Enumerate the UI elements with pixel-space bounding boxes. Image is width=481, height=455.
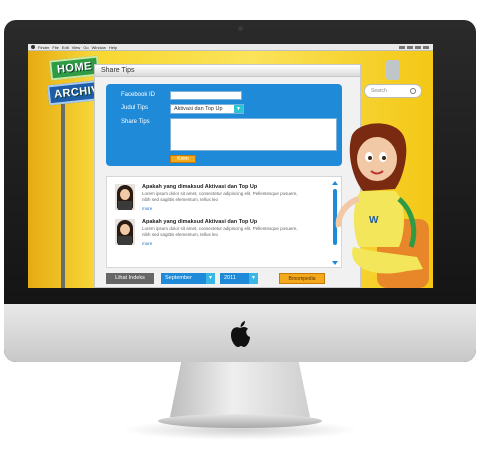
share-tips-textarea[interactable]	[170, 118, 337, 151]
chevron-down-icon[interactable]: ▼	[249, 273, 258, 284]
judul-tips-select[interactable]: Aktivasi dan Top Up ▼	[170, 104, 244, 114]
menu-item-help[interactable]: Help	[109, 45, 117, 50]
lamp-icon	[386, 60, 400, 80]
apple-menu-icon[interactable]	[31, 45, 35, 49]
share-tips-form: Facebook ID Judul Tips Aktivasi dan Top …	[106, 84, 342, 166]
share-tips-panel: Share Tips Facebook ID Judul Tips Aktiva…	[94, 64, 361, 288]
menu-item-edit[interactable]: Edit	[62, 45, 69, 50]
camera	[238, 26, 243, 31]
apple-logo-icon	[231, 321, 250, 347]
more-link[interactable]: more	[142, 241, 152, 246]
menu-item-view[interactable]: View	[72, 45, 81, 50]
avatar	[115, 184, 135, 210]
list-item: Apakah yang dimaksud Aktivasi dan Top Up…	[115, 184, 315, 216]
avatar	[115, 219, 135, 245]
month-value: September	[165, 275, 192, 281]
chevron-down-icon[interactable]: ▼	[234, 105, 243, 113]
judul-tips-label: Judul Tips	[121, 105, 149, 111]
menu-bar: Finder File Edit View Go Window Help	[28, 44, 433, 51]
list-item-title[interactable]: Apakah yang dimaksud Aktivasi dan Top Up	[142, 184, 257, 190]
screen: Finder File Edit View Go Window Help HOM…	[28, 44, 433, 288]
year-value: 2011	[224, 275, 236, 281]
menu-item-window[interactable]: Window	[92, 45, 106, 50]
imac-base	[158, 414, 322, 428]
svg-text:W: W	[369, 215, 379, 226]
search-placeholder: Search	[371, 88, 387, 94]
broompedia-button[interactable]: Broompedia	[279, 273, 325, 284]
imac-stand	[170, 362, 310, 417]
facebook-id-field[interactable]	[170, 91, 242, 100]
year-select[interactable]: 2011 ▼	[220, 273, 258, 284]
panel-title: Share Tips	[95, 65, 360, 77]
more-link[interactable]: more	[142, 206, 152, 211]
menu-item-file[interactable]: File	[52, 45, 58, 50]
chevron-down-icon[interactable]: ▼	[206, 273, 215, 284]
month-select[interactable]: September ▼	[161, 273, 215, 284]
mascot-illustration: W	[335, 123, 429, 288]
menu-item-finder[interactable]: Finder	[38, 45, 49, 50]
tips-list: Apakah yang dimaksud Aktivasi dan Top Up…	[106, 176, 342, 268]
list-item-text: Lorem ipsum dolor sit amet, consectetur …	[142, 226, 298, 237]
list-item-title[interactable]: Apakah yang dimaksud Aktivasi dan Top Up	[142, 219, 257, 225]
status-icons	[399, 45, 433, 49]
share-tips-label: Share Tips	[121, 119, 150, 125]
menu-item-go[interactable]: Go	[83, 45, 88, 50]
bottom-bar: Lihat Indeks September ▼ 2011 ▼ Broomped…	[106, 273, 342, 285]
search-input[interactable]: Search	[364, 84, 422, 98]
facebook-id-label: Facebook ID	[121, 92, 156, 98]
sign-pole	[61, 104, 65, 288]
lihat-indeks-button[interactable]: Lihat Indeks	[106, 273, 154, 284]
list-item-text: Lorem ipsum dolor sit amet, consectetur …	[142, 191, 298, 202]
kirim-button[interactable]: Kirim	[170, 155, 196, 163]
search-icon[interactable]	[410, 88, 416, 94]
judul-tips-value: Aktivasi dan Top Up	[174, 106, 223, 112]
list-item: Apakah yang dimaksud Aktivasi dan Top Up…	[115, 219, 315, 251]
